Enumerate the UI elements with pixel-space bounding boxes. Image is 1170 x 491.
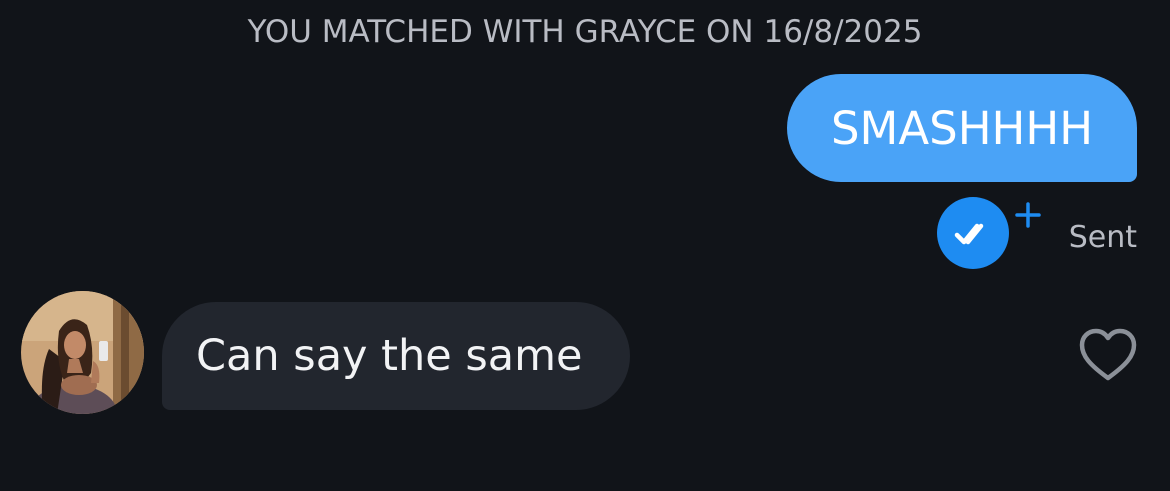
avatar[interactable]: [21, 291, 144, 414]
incoming-message-bubble[interactable]: Can say the same: [162, 302, 630, 410]
outgoing-message-bubble[interactable]: SMASHHHH: [787, 74, 1137, 182]
plus-icon[interactable]: [1013, 200, 1043, 230]
read-receipt-button[interactable]: [937, 197, 1009, 269]
double-check-icon: [954, 223, 984, 245]
match-banner: YOU MATCHED WITH GRAYCE ON 16/8/2025: [247, 14, 923, 50]
message-status: Sent: [1068, 220, 1137, 255]
incoming-message-text: Can say the same: [196, 331, 583, 381]
avatar-photo: [21, 291, 144, 414]
heart-outline-icon[interactable]: [1078, 327, 1138, 383]
outgoing-message-text: SMASHHHH: [830, 101, 1094, 155]
